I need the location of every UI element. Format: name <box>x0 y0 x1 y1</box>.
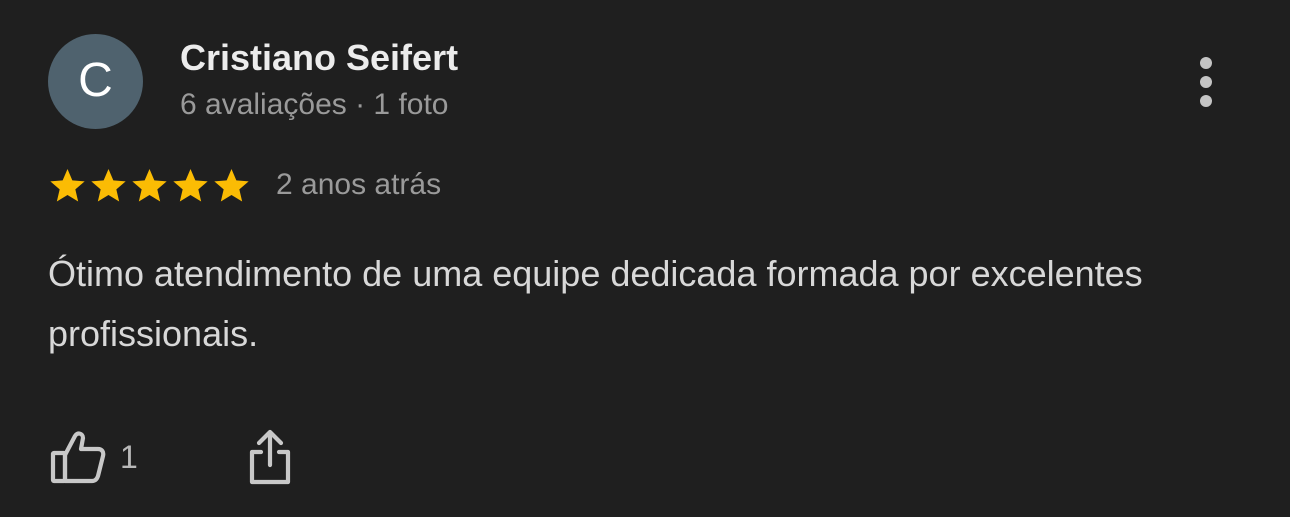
avatar-initial: C <box>78 53 113 107</box>
more-options-button[interactable] <box>1180 50 1232 114</box>
star-icon <box>91 169 126 202</box>
like-button[interactable]: 1 <box>48 426 138 488</box>
review-date: 2 anos atrás <box>276 168 442 201</box>
star-icon <box>214 169 249 202</box>
avatar[interactable]: C <box>48 34 143 129</box>
review-text: Ótimo atendimento de uma equipe dedicada… <box>48 253 1143 354</box>
thumb-up-icon <box>50 431 106 484</box>
star-icon <box>132 169 167 202</box>
like-count: 1 <box>120 439 138 475</box>
author-name[interactable]: Cristiano Seifert <box>180 36 458 80</box>
share-button[interactable] <box>240 426 300 488</box>
author-meta: 6 avaliações · 1 foto <box>180 88 449 121</box>
more-vertical-icon <box>1200 57 1212 107</box>
share-icon <box>249 429 291 485</box>
star-icon <box>173 169 208 202</box>
star-rating <box>47 166 252 206</box>
star-icon <box>50 169 85 202</box>
